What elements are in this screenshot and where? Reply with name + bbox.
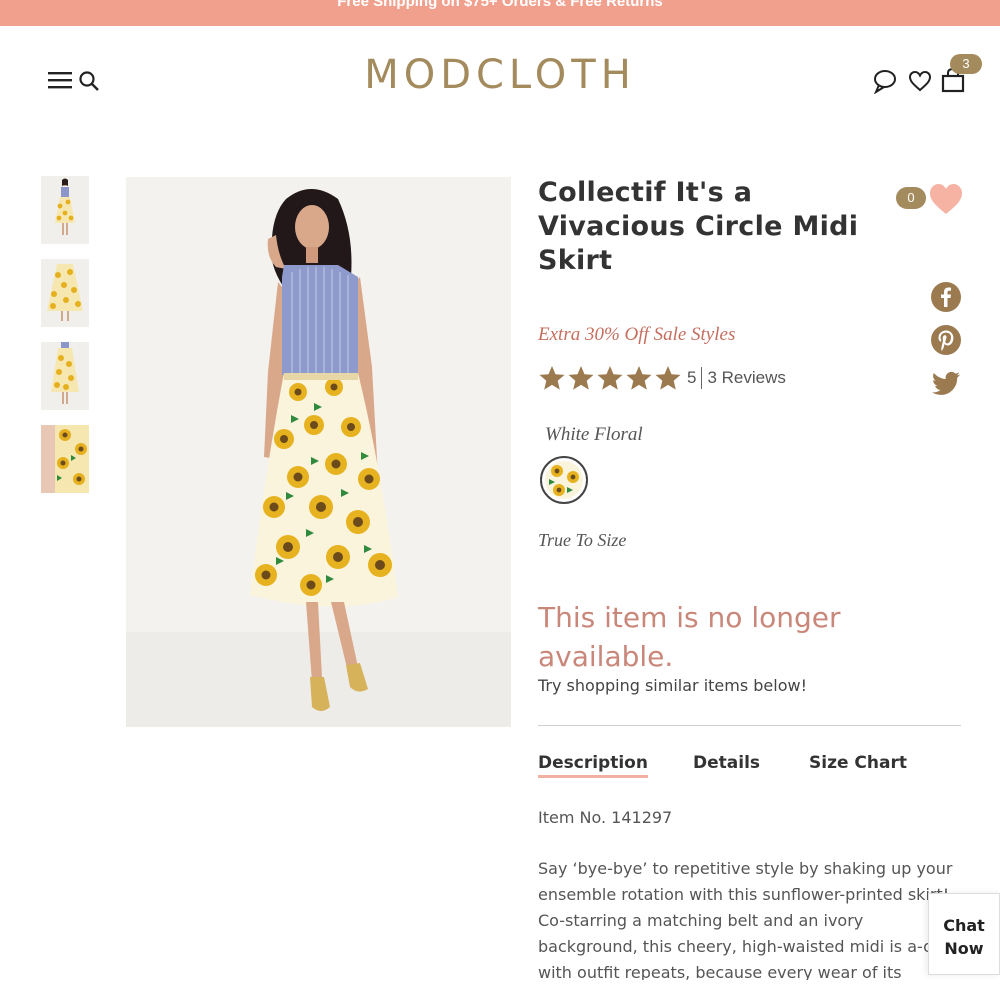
heart-icon[interactable] <box>908 69 932 93</box>
favorite-heart-icon[interactable] <box>928 182 964 216</box>
tab-description[interactable]: Description <box>538 753 648 778</box>
rating-value: 5 <box>687 368 697 387</box>
promo-banner-text: Free Shipping on $75+ Orders & Free Retu… <box>337 0 663 10</box>
product-main-image[interactable] <box>126 177 511 727</box>
rating-stars <box>538 364 683 392</box>
chat-now-label-line1: Chat <box>943 916 985 935</box>
product-rating[interactable]: 5 3 Reviews <box>538 364 786 392</box>
star-icon <box>655 366 681 390</box>
star-icon <box>626 366 652 390</box>
modcloth-logo[interactable]: MODCLOTH <box>0 52 1000 98</box>
product-description: Say ‘bye-bye’ to repetitive style by sha… <box>538 859 962 980</box>
promo-banner: Free Shipping on $75+ Orders & Free Retu… <box>0 0 1000 26</box>
thumbnail-skirt-side[interactable] <box>41 342 89 410</box>
color-swatch-white-floral[interactable] <box>540 456 588 504</box>
thumbnail-skirt-front[interactable] <box>41 259 89 327</box>
fit-note: True To Size <box>538 530 627 550</box>
star-icon <box>597 366 623 390</box>
color-name: White Floral <box>545 424 643 445</box>
tab-details[interactable]: Details <box>693 753 760 773</box>
item-number: Item No. 141297 <box>538 808 673 827</box>
chat-now-label-line2: Now <box>944 939 984 958</box>
facebook-icon[interactable] <box>930 281 962 313</box>
twitter-icon[interactable] <box>930 367 962 399</box>
cart-count-badge: 3 <box>950 54 982 74</box>
rating-separator <box>701 367 703 389</box>
section-divider <box>538 725 961 726</box>
unavailable-message: This item is no longer available. <box>538 601 841 673</box>
tab-size-chart[interactable]: Size Chart <box>809 753 907 773</box>
thumbnail-list <box>41 176 91 508</box>
product-info-tabs: Description Details Size Chart <box>538 753 961 783</box>
thumbnail-skirt-detail[interactable] <box>41 425 89 493</box>
product-title: Collectif It's a Vivacious Circle Midi S… <box>538 177 859 276</box>
try-similar-text: Try shopping similar items below! <box>538 676 807 695</box>
reviews-link[interactable]: 3 Reviews <box>707 368 785 388</box>
chat-bubble-icon[interactable] <box>872 68 898 94</box>
star-icon <box>539 366 565 390</box>
sale-promo-text[interactable]: Extra 30% Off Sale Styles <box>538 324 735 346</box>
thumbnail-full-outfit[interactable] <box>41 176 89 244</box>
pinterest-icon[interactable] <box>930 324 962 356</box>
chat-now-button[interactable]: Chat Now <box>928 893 1000 975</box>
favorites-count-badge: 0 <box>896 187 926 209</box>
site-header: MODCLOTH 3 <box>0 26 1000 136</box>
star-icon <box>568 366 594 390</box>
social-share <box>930 281 962 410</box>
